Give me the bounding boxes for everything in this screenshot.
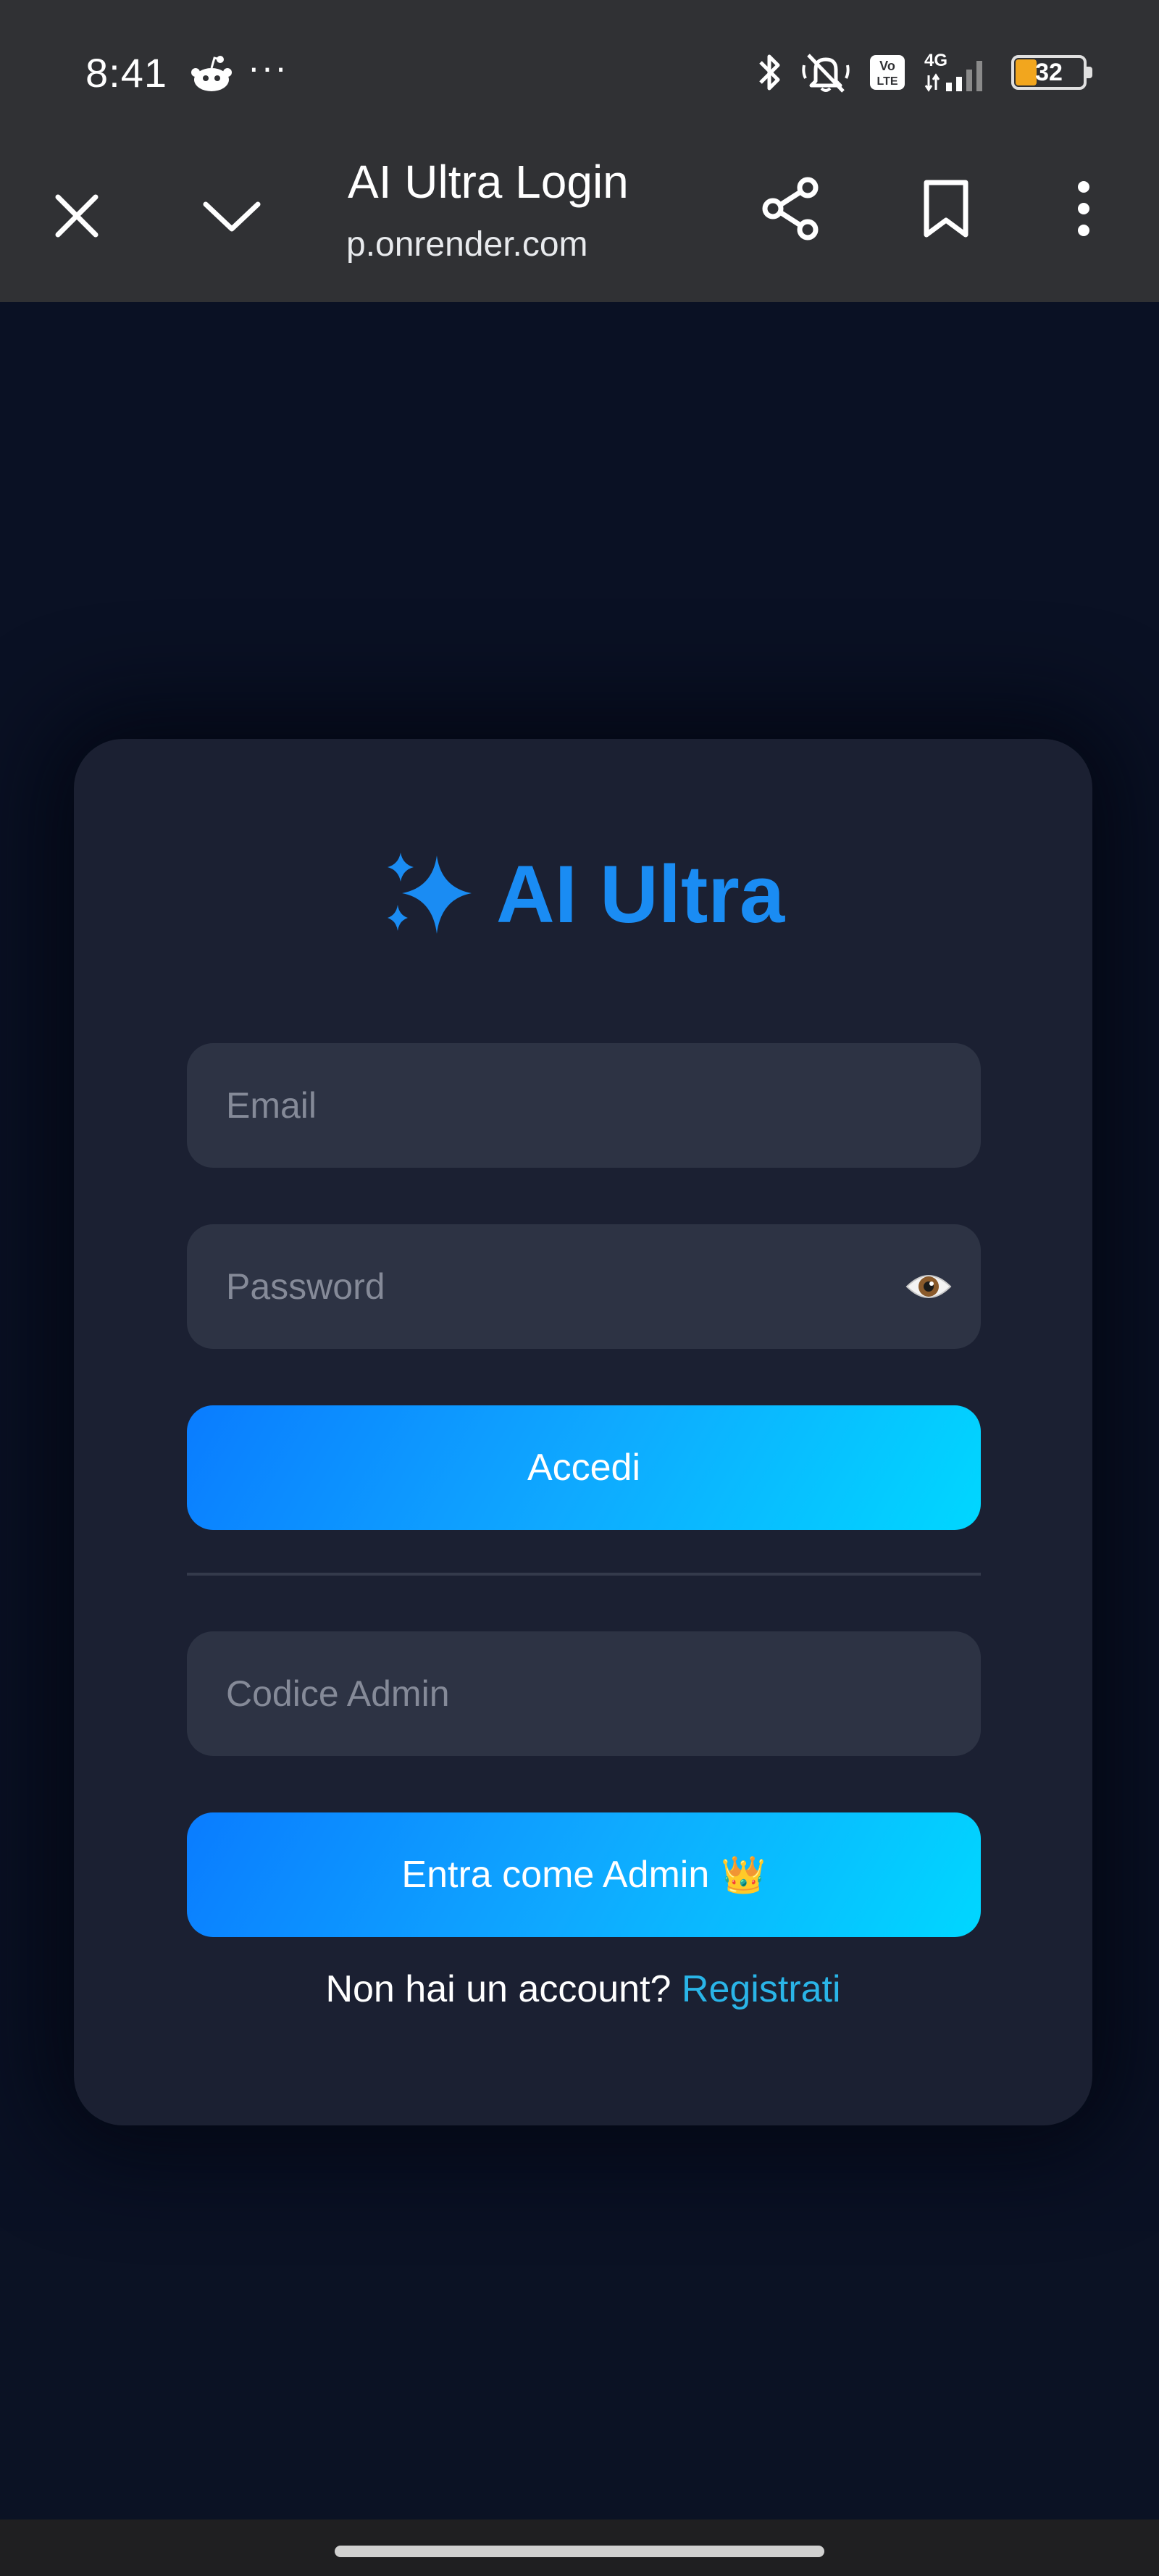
admin-login-button-label: Entra come Admin — [401, 1854, 710, 1896]
brand-header: AI Ultra — [74, 848, 1092, 941]
page-url[interactable]: p.onrender.com — [346, 225, 588, 264]
password-input[interactable] — [187, 1224, 981, 1349]
page-viewport: AI Ultra Accedi Entra come Adm — [0, 302, 1159, 2231]
more-options-button[interactable] — [1040, 165, 1127, 252]
battery-level: 32 — [1035, 59, 1063, 86]
home-gesture-handle[interactable] — [335, 2546, 824, 2557]
system-navigation-bar — [0, 2519, 1159, 2576]
brand-title: AI Ultra — [495, 849, 785, 940]
status-time: 8:41 — [85, 50, 167, 96]
cell-signal-icon: 4G — [924, 51, 994, 94]
close-icon — [55, 194, 99, 238]
bookmark-icon — [924, 180, 968, 238]
login-card: AI Ultra Accedi Entra come Adm — [74, 739, 1092, 2125]
reddit-icon — [190, 54, 233, 94]
share-button[interactable] — [749, 165, 836, 252]
battery-icon: 32 — [1011, 55, 1092, 90]
status-indicators: Vo LTE 4G 32 — [755, 46, 1092, 99]
status-more-indicator: ··· — [248, 47, 288, 88]
volte-icon: Vo LTE — [868, 53, 907, 92]
no-account-text: Non hai un account? — [325, 1968, 671, 2010]
crown-icon: 👑 — [721, 1854, 766, 1895]
bookmark-button[interactable] — [903, 165, 989, 252]
close-tab-button[interactable] — [33, 172, 120, 259]
admin-code-input[interactable] — [187, 1631, 981, 1756]
login-button[interactable]: Accedi — [187, 1405, 981, 1530]
register-link[interactable]: Registrati — [682, 1968, 841, 2010]
svg-text:Vo: Vo — [879, 59, 895, 73]
browser-toolbar: AI Ultra Login p.onrender.com — [0, 145, 1159, 302]
notifications-off-icon — [801, 51, 850, 94]
eye-icon[interactable] — [905, 1266, 952, 1307]
email-input[interactable] — [187, 1043, 981, 1168]
password-field-container — [187, 1224, 981, 1349]
login-button-label: Accedi — [527, 1447, 641, 1489]
bluetooth-icon — [755, 51, 784, 94]
share-icon — [762, 177, 819, 241]
minimize-page-button[interactable] — [188, 172, 275, 259]
admin-code-field-container — [187, 1631, 981, 1756]
register-prompt: Non hai un account? Registrati — [74, 1967, 1092, 2011]
section-divider — [187, 1573, 981, 1576]
sparkles-icon — [387, 852, 472, 934]
svg-text:LTE: LTE — [876, 75, 898, 88]
email-field-container — [187, 1043, 981, 1168]
chevron-down-icon — [203, 201, 261, 232]
admin-login-button[interactable]: Entra come Admin 👑 — [187, 1812, 981, 1937]
more-vert-icon — [1078, 181, 1089, 236]
status-bar: 8:41 ··· Vo LTE 4G 32 — [0, 0, 1159, 145]
page-title: AI Ultra Login — [348, 156, 629, 208]
